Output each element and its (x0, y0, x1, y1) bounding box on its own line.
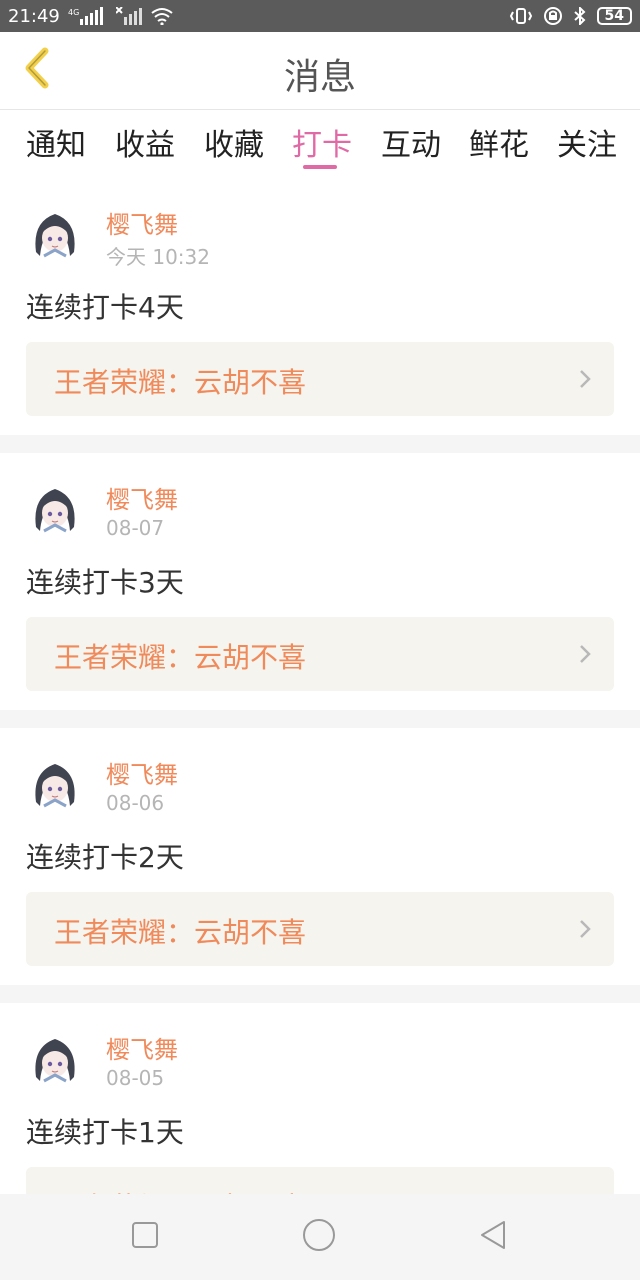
checkin-message: 连续打卡2天 (26, 841, 184, 874)
battery-indicator: 54 (596, 7, 632, 25)
avatar[interactable] (26, 479, 84, 537)
signal-2-icon (115, 7, 142, 25)
active-tab-indicator (303, 165, 337, 169)
user-name[interactable]: 樱飞舞 (106, 480, 178, 515)
checkin-message: 连续打卡3天 (26, 566, 184, 599)
chevron-right-icon (578, 643, 592, 669)
timestamp: 今天 10:32 (106, 245, 210, 269)
chevron-right-icon (578, 918, 592, 944)
bluetooth-icon (573, 7, 587, 25)
timestamp: 08-07 (106, 516, 165, 540)
system-nav-bar (0, 1194, 640, 1280)
avatar[interactable] (26, 204, 84, 262)
work-link-label: 王者荣耀：云胡不喜 (54, 641, 307, 674)
home-button[interactable] (302, 1218, 336, 1256)
user-name[interactable]: 樱飞舞 (106, 755, 178, 790)
lock-rotation-icon (543, 7, 563, 25)
checkin-message: 连续打卡4天 (26, 291, 184, 324)
feed-card: 樱飞舞 08-07 连续打卡3天 王者荣耀：云胡不喜 (0, 453, 640, 710)
work-link[interactable]: 王者荣耀：云胡不喜 (26, 1167, 614, 1194)
status-bar: 21:49 4G 54 (0, 0, 640, 32)
circle-icon (302, 1218, 336, 1256)
system-back-button[interactable] (476, 1220, 510, 1254)
checkin-message: 连续打卡1天 (26, 1116, 184, 1149)
wifi-icon (150, 7, 174, 25)
tab-earnings[interactable]: 收益 (115, 120, 175, 164)
vibrate-icon (509, 7, 533, 25)
square-icon (131, 1221, 159, 1253)
work-link-label: 王者荣耀：云胡不喜 (54, 916, 307, 949)
feed-card: 樱飞舞 08-05 连续打卡1天 王者荣耀：云胡不喜 (0, 1003, 640, 1194)
tab-follow[interactable]: 关注 (557, 120, 617, 164)
signal-icon: 4G (68, 7, 108, 25)
feed-card: 樱飞舞 今天 10:32 连续打卡4天 王者荣耀：云胡不喜 (0, 178, 640, 435)
work-link[interactable]: 王者荣耀：云胡不喜 (26, 892, 614, 966)
tab-interact[interactable]: 互动 (381, 120, 441, 164)
tab-bar: 通知 收益 收藏 打卡 互动 鲜花 关注 (0, 110, 640, 178)
tab-flowers[interactable]: 鲜花 (469, 120, 529, 164)
top-bar: 消息 (0, 32, 640, 110)
work-link[interactable]: 王者荣耀：云胡不喜 (26, 617, 614, 691)
chevron-right-icon (578, 368, 592, 394)
work-link[interactable]: 王者荣耀：云胡不喜 (26, 342, 614, 416)
tab-checkin[interactable]: 打卡 (292, 120, 352, 164)
status-left: 21:49 4G (8, 6, 174, 27)
message-feed: 樱飞舞 今天 10:32 连续打卡4天 王者荣耀：云胡不喜 樱飞舞 08-07 (0, 178, 640, 1194)
avatar[interactable] (26, 754, 84, 812)
user-name[interactable]: 樱飞舞 (106, 1030, 178, 1065)
status-right: 54 (509, 7, 632, 25)
recent-apps-button[interactable] (128, 1220, 162, 1254)
page-title: 消息 (283, 57, 356, 98)
status-time: 21:49 (8, 5, 60, 27)
timestamp: 08-05 (106, 1066, 165, 1090)
tab-favorites[interactable]: 收藏 (204, 120, 264, 164)
triangle-back-icon (478, 1219, 508, 1255)
avatar[interactable] (26, 1029, 84, 1087)
tab-notify[interactable]: 通知 (26, 120, 86, 164)
work-link-label: 王者荣耀：云胡不喜 (54, 1186, 306, 1194)
feed-card: 樱飞舞 08-06 连续打卡2天 王者荣耀：云胡不喜 (0, 728, 640, 985)
svg-text:4G: 4G (68, 8, 79, 17)
work-link-label: 王者荣耀：云胡不喜 (54, 366, 307, 399)
user-name[interactable]: 樱飞舞 (106, 205, 178, 240)
timestamp: 08-06 (106, 791, 165, 815)
